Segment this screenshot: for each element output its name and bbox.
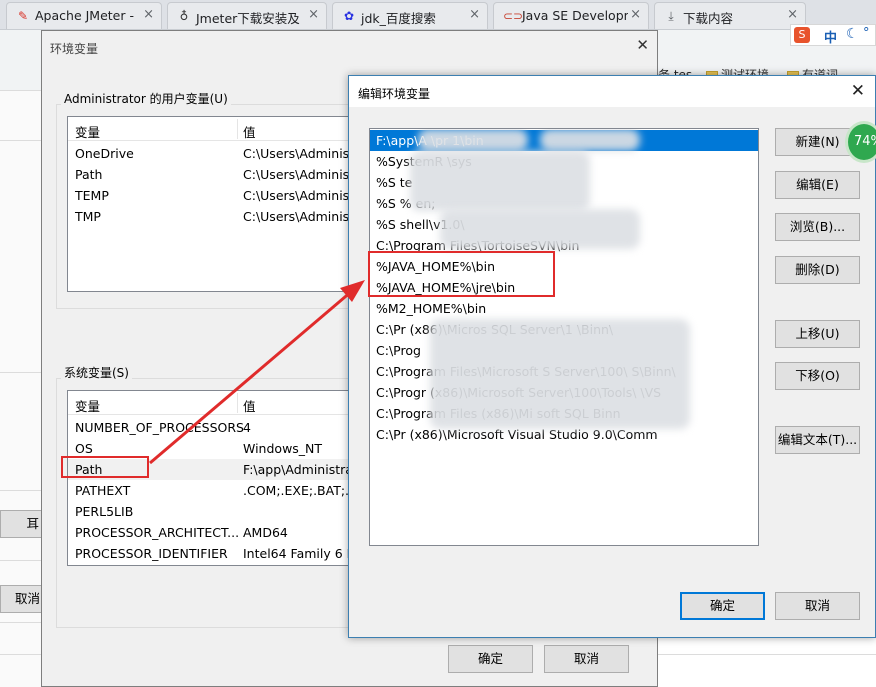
edit-text-button[interactable]: 编辑文本(T)... bbox=[775, 426, 860, 454]
divider bbox=[0, 622, 42, 623]
list-item[interactable]: %M2_HOME%\bin bbox=[370, 298, 758, 319]
baidu-paw-icon: ✿ bbox=[343, 9, 355, 23]
tab-label: Apache JMeter - bbox=[35, 8, 134, 23]
column-header-value[interactable]: 值 bbox=[243, 396, 256, 415]
pen-icon: ✎ bbox=[17, 9, 29, 23]
user-variables-title: Administrator 的用户变量(U) bbox=[61, 90, 231, 107]
list-header: 变量 值 bbox=[68, 117, 356, 141]
ime-toolbar[interactable]: S 中 ☾ ° bbox=[790, 24, 876, 46]
divider bbox=[0, 372, 42, 373]
list-item[interactable]: TMP C:\Users\Administ bbox=[68, 206, 356, 227]
close-icon[interactable]: × bbox=[306, 7, 319, 22]
close-icon[interactable]: × bbox=[628, 7, 641, 22]
moon-icon: ☾ bbox=[846, 26, 859, 42]
list-item[interactable]: PERL5LIB bbox=[68, 501, 356, 522]
list-item[interactable]: TEMP C:\Users\Administ bbox=[68, 185, 356, 206]
dialog-title: 编辑环境变量 bbox=[358, 87, 431, 101]
redaction-blur bbox=[540, 129, 640, 151]
tab-downloads[interactable]: ⤓ 下载内容 × bbox=[654, 2, 806, 29]
list-item[interactable]: PROCESSOR_ARCHITECT... AMD64 bbox=[68, 522, 356, 543]
list-item[interactable]: OneDrive C:\Users\Administ bbox=[68, 143, 356, 164]
list-item[interactable]: NUMBER_OF_PROCESSORS 4 bbox=[68, 417, 356, 438]
download-icon: ⤓ bbox=[668, 9, 674, 23]
dot-icon: ° bbox=[863, 26, 870, 41]
system-variables-list[interactable]: 变量 值 NUMBER_OF_PROCESSORS 4 OS Windows_NT … bbox=[67, 390, 357, 566]
tab-jmeter-install[interactable]: ♁ Jmeter下载安装及 × bbox=[167, 2, 327, 29]
edit-env-variable-dialog: 编辑环境变量 ✕ F:\app\A \pr 1\bin %SystemR \sy… bbox=[348, 75, 876, 638]
list-item[interactable]: PATHEXT .COM;.EXE;.BAT;.C bbox=[68, 480, 356, 501]
background-cancel-button[interactable]: 取消 bbox=[0, 585, 44, 613]
path-entries-list[interactable]: F:\app\A \pr 1\bin %SystemR \sys %S te %… bbox=[369, 128, 759, 546]
path-highlight-box bbox=[61, 456, 149, 478]
close-icon[interactable]: × bbox=[467, 7, 480, 22]
tab-label: Jmeter下载安装及 bbox=[196, 11, 300, 26]
background-button[interactable]: 耳 bbox=[0, 510, 44, 538]
edit-button[interactable]: 编辑(E) bbox=[775, 171, 860, 199]
move-up-button[interactable]: 上移(U) bbox=[775, 320, 860, 348]
java-home-highlight-box bbox=[368, 251, 555, 297]
user-variables-list[interactable]: 变量 值 OneDrive C:\Users\Administ Path C:\Us… bbox=[67, 116, 357, 292]
close-icon[interactable]: ✕ bbox=[851, 81, 865, 101]
cancel-button[interactable]: 取消 bbox=[775, 592, 860, 620]
column-header-variable[interactable]: 变量 bbox=[75, 396, 100, 415]
github-icon: ♁ bbox=[179, 9, 189, 23]
dialog-title: 环境变量 bbox=[50, 42, 99, 56]
sogou-logo-icon: S bbox=[794, 27, 810, 43]
list-item[interactable]: PROCESSOR_IDENTIFIER Intel64 Family 6 M bbox=[68, 543, 356, 564]
tab-java-se[interactable]: ⊂⊃ Java SE Developm × bbox=[493, 2, 649, 29]
redaction-blur bbox=[440, 209, 640, 249]
browse-button[interactable]: 浏览(B)... bbox=[775, 213, 860, 241]
oracle-icon: ⊂⊃ bbox=[503, 9, 524, 23]
redaction-blur bbox=[418, 129, 528, 151]
close-icon[interactable]: × bbox=[141, 7, 154, 22]
divider bbox=[0, 490, 42, 491]
system-variables-title: 系统变量(S) bbox=[61, 364, 132, 381]
delete-button[interactable]: 删除(D) bbox=[775, 256, 860, 284]
divider bbox=[0, 560, 42, 561]
tab-jmeter[interactable]: ✎ Apache JMeter - × bbox=[6, 2, 162, 29]
column-header-value[interactable]: 值 bbox=[243, 122, 256, 141]
column-divider bbox=[237, 119, 238, 139]
cancel-button[interactable]: 取消 bbox=[544, 645, 629, 673]
list-item[interactable]: Path C:\Users\Administ bbox=[68, 164, 356, 185]
ok-button[interactable]: 确定 bbox=[680, 592, 765, 620]
move-down-button[interactable]: 下移(O) bbox=[775, 362, 860, 390]
tab-label: jdk_百度搜索 bbox=[361, 11, 436, 26]
divider bbox=[0, 140, 42, 141]
close-icon[interactable]: × bbox=[785, 7, 798, 22]
redaction-blur bbox=[430, 319, 690, 429]
ok-button[interactable]: 确定 bbox=[448, 645, 533, 673]
tab-baidu[interactable]: ✿ jdk_百度搜索 × bbox=[332, 2, 488, 29]
redaction-blur bbox=[410, 151, 590, 211]
tab-label: Java SE Developm bbox=[522, 8, 636, 23]
ime-mode-label[interactable]: 中 bbox=[824, 27, 837, 46]
divider bbox=[0, 90, 42, 91]
close-icon[interactable]: ✕ bbox=[636, 36, 649, 54]
tab-label: 下载内容 bbox=[683, 11, 734, 26]
dialog-titlebar: 编辑环境变量 ✕ bbox=[349, 76, 875, 107]
browser-tab-bar: ✎ Apache JMeter - × ♁ Jmeter下载安装及 × ✿ jd… bbox=[0, 0, 876, 30]
list-header: 变量 值 bbox=[68, 391, 356, 415]
performance-badge[interactable]: 74% bbox=[845, 121, 876, 163]
column-header-variable[interactable]: 变量 bbox=[75, 122, 100, 141]
column-divider bbox=[237, 393, 238, 413]
